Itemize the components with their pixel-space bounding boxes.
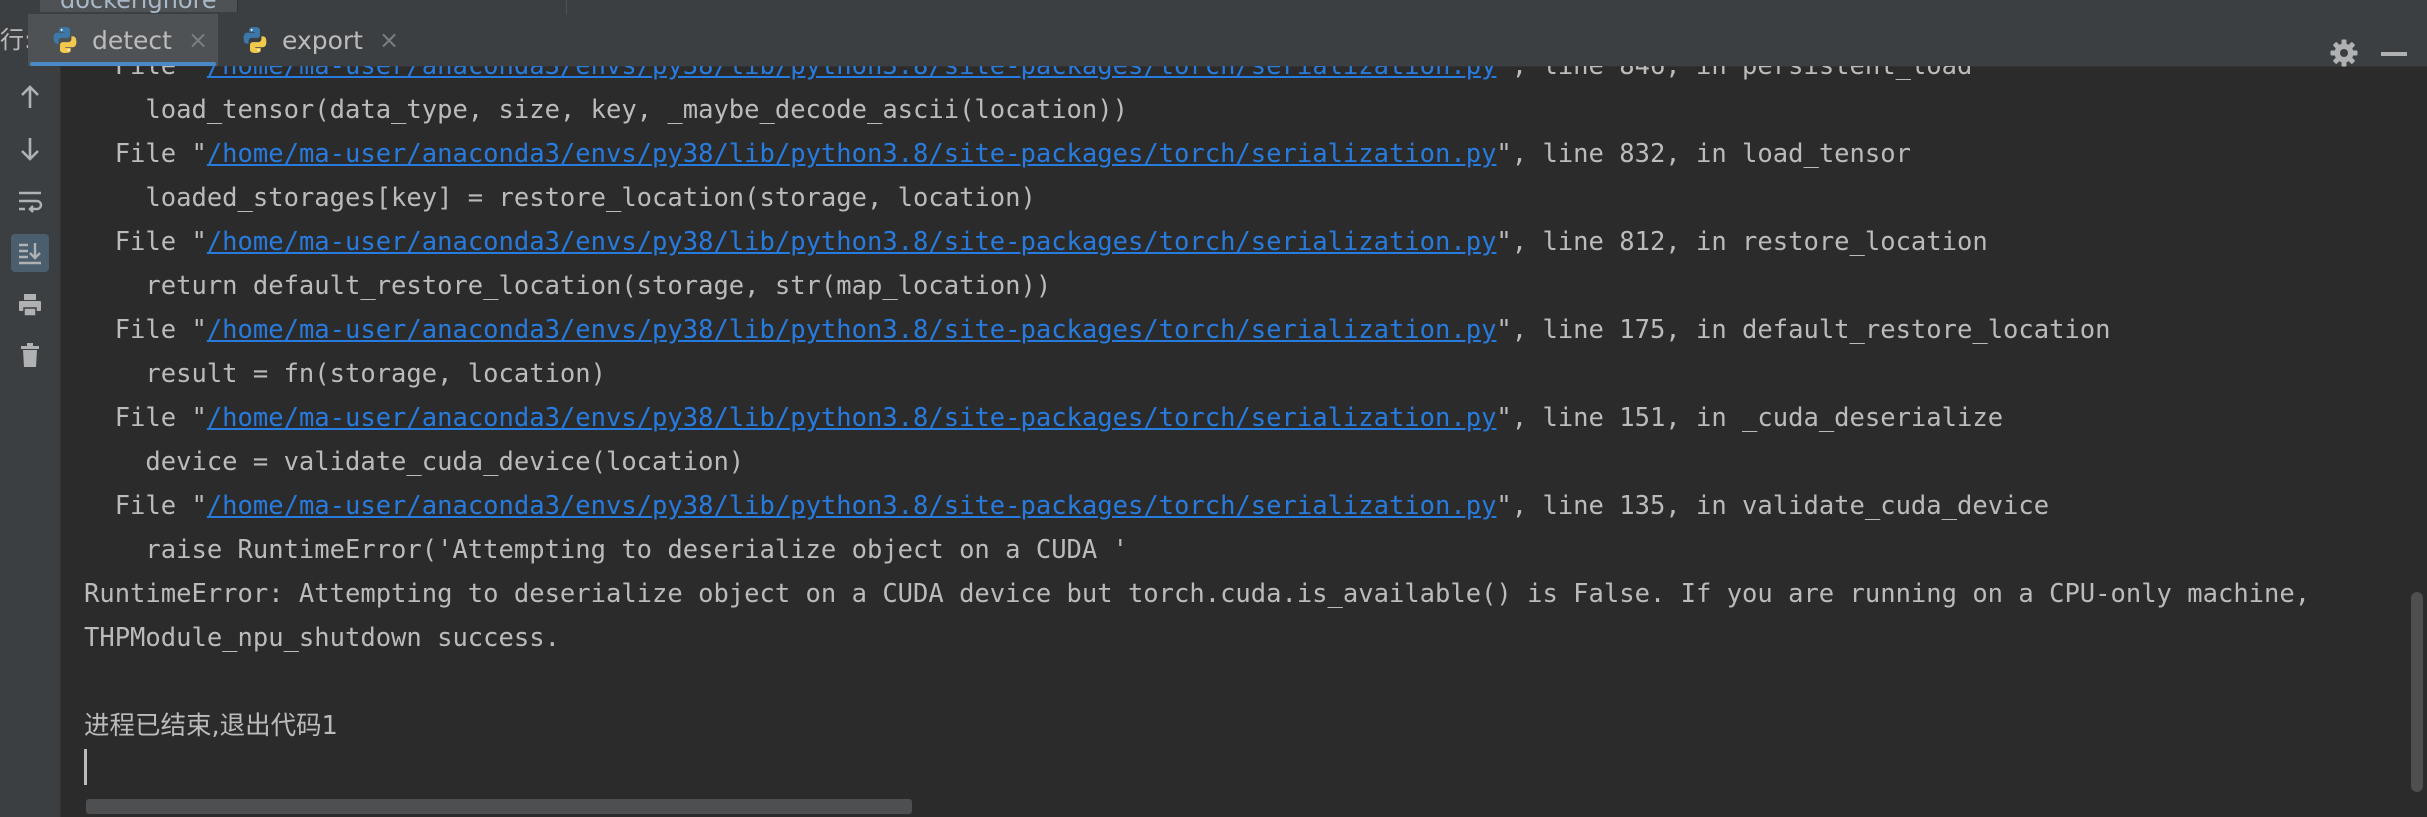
- traceback-file-line: File "/home/ma-user/anaconda3/envs/py38/…: [84, 491, 2050, 521]
- traceback-code-line: device = validate_cuda_device(location): [84, 447, 745, 477]
- traceback-file-line: File "/home/ma-user/anaconda3/envs/py38/…: [84, 227, 1988, 257]
- traceback-file-line: File "/home/ma-user/anaconda3/envs/py38/…: [84, 139, 1911, 169]
- python-icon: [50, 25, 80, 55]
- run-tab-bar: 行: detect × export ×: [0, 14, 2427, 67]
- gear-icon[interactable]: [2329, 38, 2359, 68]
- file-link[interactable]: /home/ma-user/anaconda3/envs/py38/lib/py…: [207, 139, 1497, 169]
- traceback-code-line: result = fn(storage, location): [84, 359, 606, 389]
- print-icon[interactable]: [11, 286, 49, 324]
- close-icon[interactable]: ×: [188, 26, 208, 54]
- file-link[interactable]: /home/ma-user/anaconda3/envs/py38/lib/py…: [207, 403, 1497, 433]
- close-icon[interactable]: ×: [379, 26, 399, 54]
- vertical-scrollbar[interactable]: [2411, 592, 2423, 792]
- process-exit-line: 进程已结束,退出代码1: [84, 711, 338, 741]
- traceback-code-line: return default_restore_location(storage,…: [84, 271, 1052, 301]
- file-link[interactable]: /home/ma-user/anaconda3/envs/py38/lib/py…: [207, 66, 1497, 81]
- tab-export-label: export: [282, 25, 363, 55]
- tab-export[interactable]: export ×: [218, 14, 399, 66]
- traceback-file-line: File "/home/ma-user/anaconda3/envs/py38/…: [84, 315, 2111, 345]
- console-toolbar: [0, 66, 61, 817]
- run-tool-window: dockerignore 行: detect × export × File "…: [0, 0, 2427, 817]
- tab-detect[interactable]: detect ×: [28, 14, 218, 66]
- traceback-file-line: File "/home/ma-user/anaconda3/envs/py38/…: [84, 66, 1973, 88]
- editor-tab-dockerignore[interactable]: dockerignore: [40, 0, 238, 12]
- horizontal-scrollbar[interactable]: [86, 799, 912, 814]
- traceback-code-line: loaded_storages[key] = restore_location(…: [84, 183, 1036, 213]
- python-icon: [240, 25, 270, 55]
- soft-wrap-icon[interactable]: [11, 182, 49, 220]
- traceback-code-line: raise RuntimeError('Attempting to deseri…: [84, 535, 1128, 565]
- console-output[interactable]: File "/home/ma-user/anaconda3/envs/py38/…: [61, 66, 2401, 796]
- error-message-line: RuntimeError: Attempting to deserialize …: [84, 579, 2311, 609]
- editor-tab-divider: [566, 0, 567, 14]
- traceback-file-line: File "/home/ma-user/anaconda3/envs/py38/…: [84, 403, 2004, 433]
- minimize-icon[interactable]: [2381, 52, 2407, 56]
- text-cursor: [84, 749, 87, 785]
- tab-detect-label: detect: [92, 25, 172, 55]
- file-link[interactable]: /home/ma-user/anaconda3/envs/py38/lib/py…: [207, 227, 1497, 257]
- editor-tab-row-peek: dockerignore: [0, 0, 2427, 14]
- file-link[interactable]: /home/ma-user/anaconda3/envs/py38/lib/py…: [207, 315, 1497, 345]
- trash-icon[interactable]: [11, 336, 49, 374]
- arrow-up-icon[interactable]: [11, 78, 49, 116]
- shutdown-message-line: THPModule_npu_shutdown success.: [84, 623, 560, 653]
- file-link[interactable]: /home/ma-user/anaconda3/envs/py38/lib/py…: [207, 491, 1497, 521]
- traceback-code-line: load_tensor(data_type, size, key, _maybe…: [84, 95, 1128, 125]
- scroll-to-end-icon[interactable]: [11, 234, 49, 272]
- arrow-down-icon[interactable]: [11, 130, 49, 168]
